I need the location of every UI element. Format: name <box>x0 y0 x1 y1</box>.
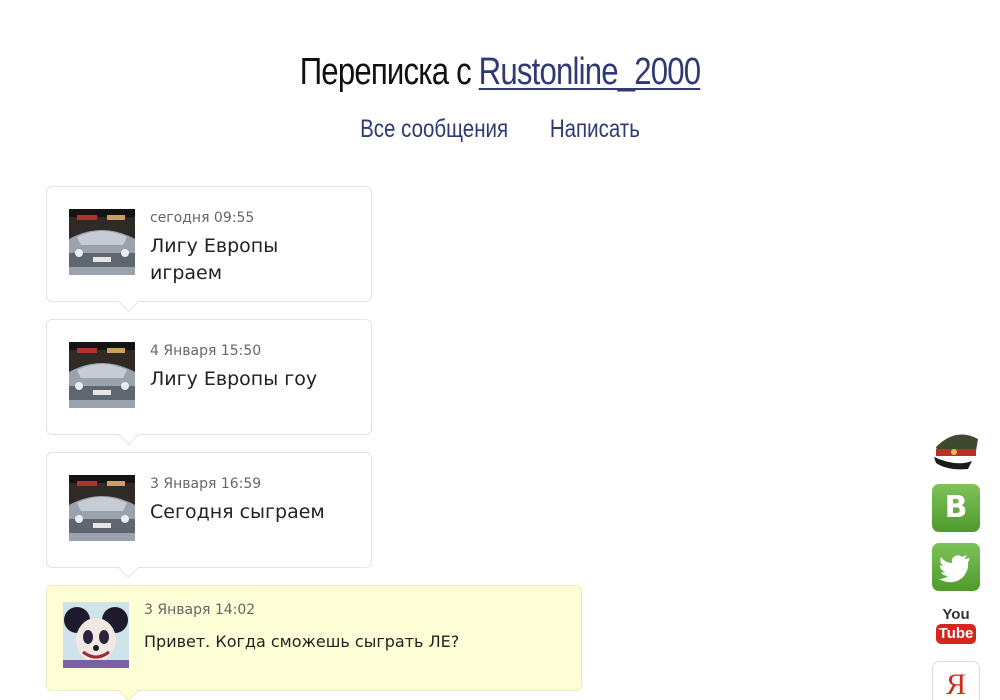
user-avatar[interactable] <box>69 209 135 275</box>
message-text: Лигу Европы гоу <box>150 368 318 390</box>
message-date: 3 Января 14:02 <box>144 602 256 618</box>
write-link[interactable]: Написать <box>550 115 640 143</box>
message-item: 4 Января 15:50 Лигу Европы гоу <box>46 319 372 446</box>
username-link[interactable]: Rustonline_2000 <box>479 51 701 93</box>
vk-icon[interactable]: B <box>932 484 980 532</box>
user-avatar[interactable] <box>69 342 135 408</box>
message-item: 3 Января 16:59 Сегодня сыграем <box>46 452 372 579</box>
youtube-icon[interactable]: You Tube <box>932 602 980 650</box>
all-messages-link[interactable]: Все сообщения <box>360 115 508 143</box>
message-text: Привет. Когда сможешь сыграть ЛЕ? <box>144 632 460 651</box>
message-date: 4 Января 15:50 <box>150 343 262 359</box>
page-title: Переписка с Rustonline_2000 <box>90 48 910 96</box>
own-avatar[interactable] <box>63 602 129 668</box>
message-item-own: 3 Января 14:02 Привет. Когда сможешь сыг… <box>46 585 582 700</box>
bubble-tail <box>117 423 140 446</box>
message-date: 3 Января 16:59 <box>150 476 262 492</box>
bubble-tail <box>117 290 140 313</box>
message-text: Сегодня сыграем <box>150 501 325 523</box>
nav-links: Все сообщения Написать <box>90 112 910 146</box>
message-item: сегодня 09:55 Лигу Европы играем <box>46 186 372 313</box>
message-date: сегодня 09:55 <box>150 210 255 226</box>
message-text: Лигу Европы играем <box>150 235 279 284</box>
twitter-icon[interactable] <box>932 543 980 591</box>
page-title-prefix: Переписка с <box>299 51 472 93</box>
user-avatar[interactable] <box>69 475 135 541</box>
yandex-icon[interactable]: Я <box>932 661 980 700</box>
bubble-tail <box>117 556 140 579</box>
military-cap-icon[interactable] <box>932 425 980 475</box>
bubble-tail <box>117 679 140 700</box>
